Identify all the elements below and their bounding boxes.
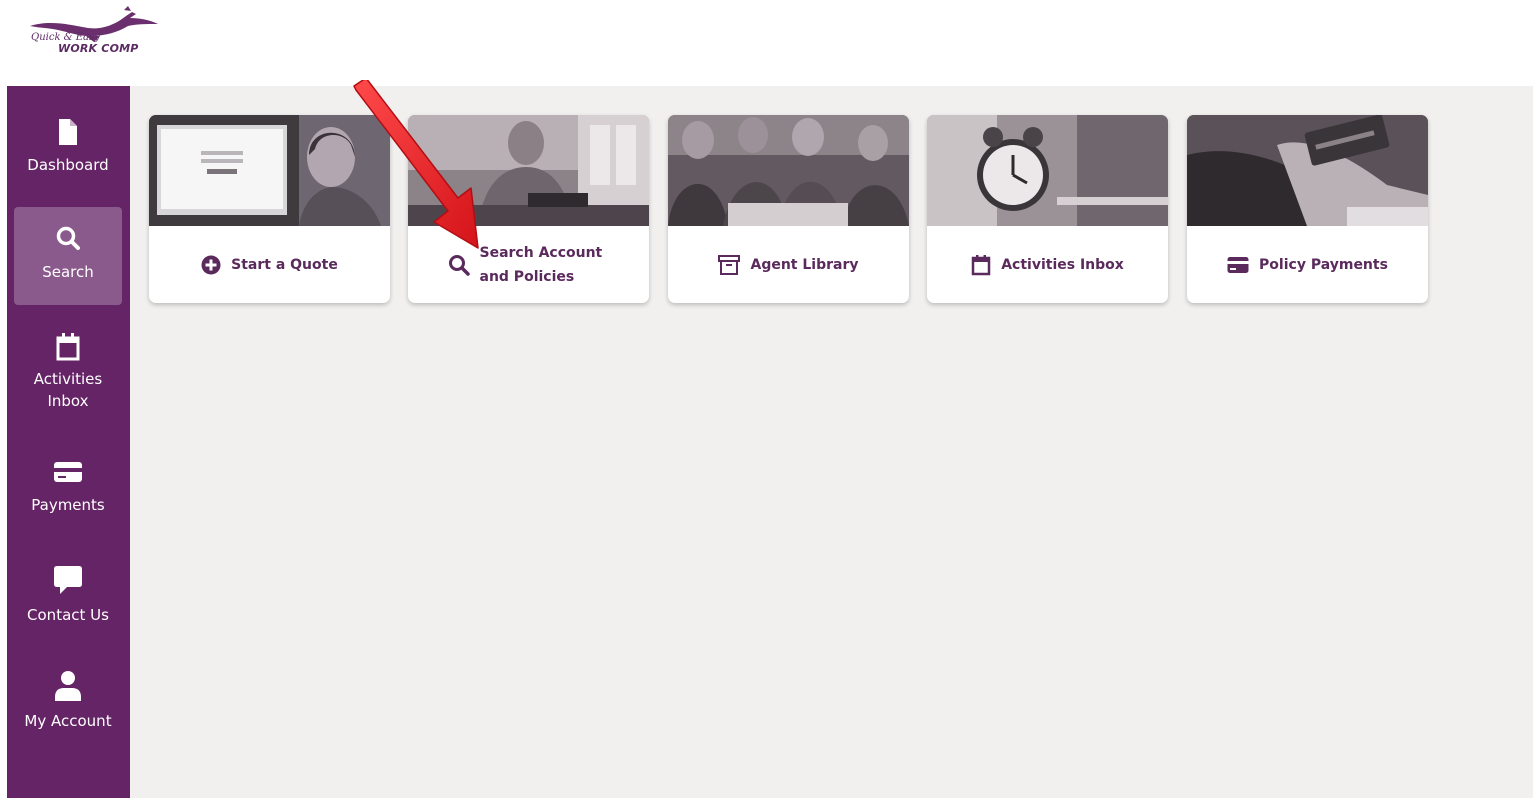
card-footer: Policy Payments bbox=[1187, 226, 1428, 303]
plus-circle-icon bbox=[201, 255, 221, 274]
calendar-icon bbox=[56, 333, 80, 361]
card-photo bbox=[668, 115, 909, 226]
card-label: Policy Payments bbox=[1259, 256, 1388, 273]
logo[interactable]: Quick & Easy WORK COMP bbox=[28, 6, 163, 66]
archive-icon bbox=[718, 254, 741, 275]
card-label: Activities Inbox bbox=[1001, 256, 1124, 273]
search-icon bbox=[56, 226, 80, 250]
chat-icon bbox=[54, 566, 82, 594]
sidebar-item-search[interactable]: Search bbox=[14, 207, 122, 305]
card-footer: Agent Library bbox=[668, 226, 909, 303]
user-icon bbox=[55, 671, 81, 701]
sidebar-item-label: Dashboard bbox=[27, 156, 109, 174]
search-icon bbox=[448, 254, 470, 276]
card-photo bbox=[1187, 115, 1428, 226]
sidebar-item-label: Contact Us bbox=[27, 606, 109, 624]
card-footer: Activities Inbox bbox=[927, 226, 1168, 303]
sidebar-item-activities-inbox[interactable]: Activities Inbox bbox=[14, 326, 122, 418]
card-photo bbox=[927, 115, 1168, 226]
card-policy-payments[interactable]: Policy Payments bbox=[1187, 115, 1428, 303]
sidebar-item-label: Activities Inbox bbox=[33, 370, 103, 410]
annotation-arrow-icon bbox=[353, 80, 479, 249]
credit-card-icon bbox=[1227, 256, 1249, 273]
sidebar: Dashboard Search Activities Inbox Paymen… bbox=[7, 86, 130, 798]
sidebar-item-label: Payments bbox=[31, 496, 105, 514]
credit-card-icon bbox=[54, 462, 82, 482]
sidebar-item-payments[interactable]: Payments bbox=[14, 456, 122, 526]
card-label: Start a Quote bbox=[231, 256, 338, 273]
card-label: Agent Library bbox=[750, 256, 859, 273]
logo-main-text: WORK COMP bbox=[58, 42, 139, 55]
sidebar-item-dashboard[interactable]: Dashboard bbox=[14, 108, 122, 188]
calendar-icon bbox=[971, 254, 991, 275]
sidebar-item-contact-us[interactable]: Contact Us bbox=[14, 562, 122, 632]
card-agent-library[interactable]: Agent Library bbox=[668, 115, 909, 303]
card-activities-inbox[interactable]: Activities Inbox bbox=[927, 115, 1168, 303]
sidebar-item-label: My Account bbox=[24, 712, 112, 730]
sidebar-item-label: Search bbox=[42, 263, 94, 281]
top-bar: Quick & Easy WORK COMP bbox=[0, 0, 1533, 86]
sidebar-item-my-account[interactable]: My Account bbox=[14, 668, 122, 738]
file-icon bbox=[59, 119, 77, 145]
